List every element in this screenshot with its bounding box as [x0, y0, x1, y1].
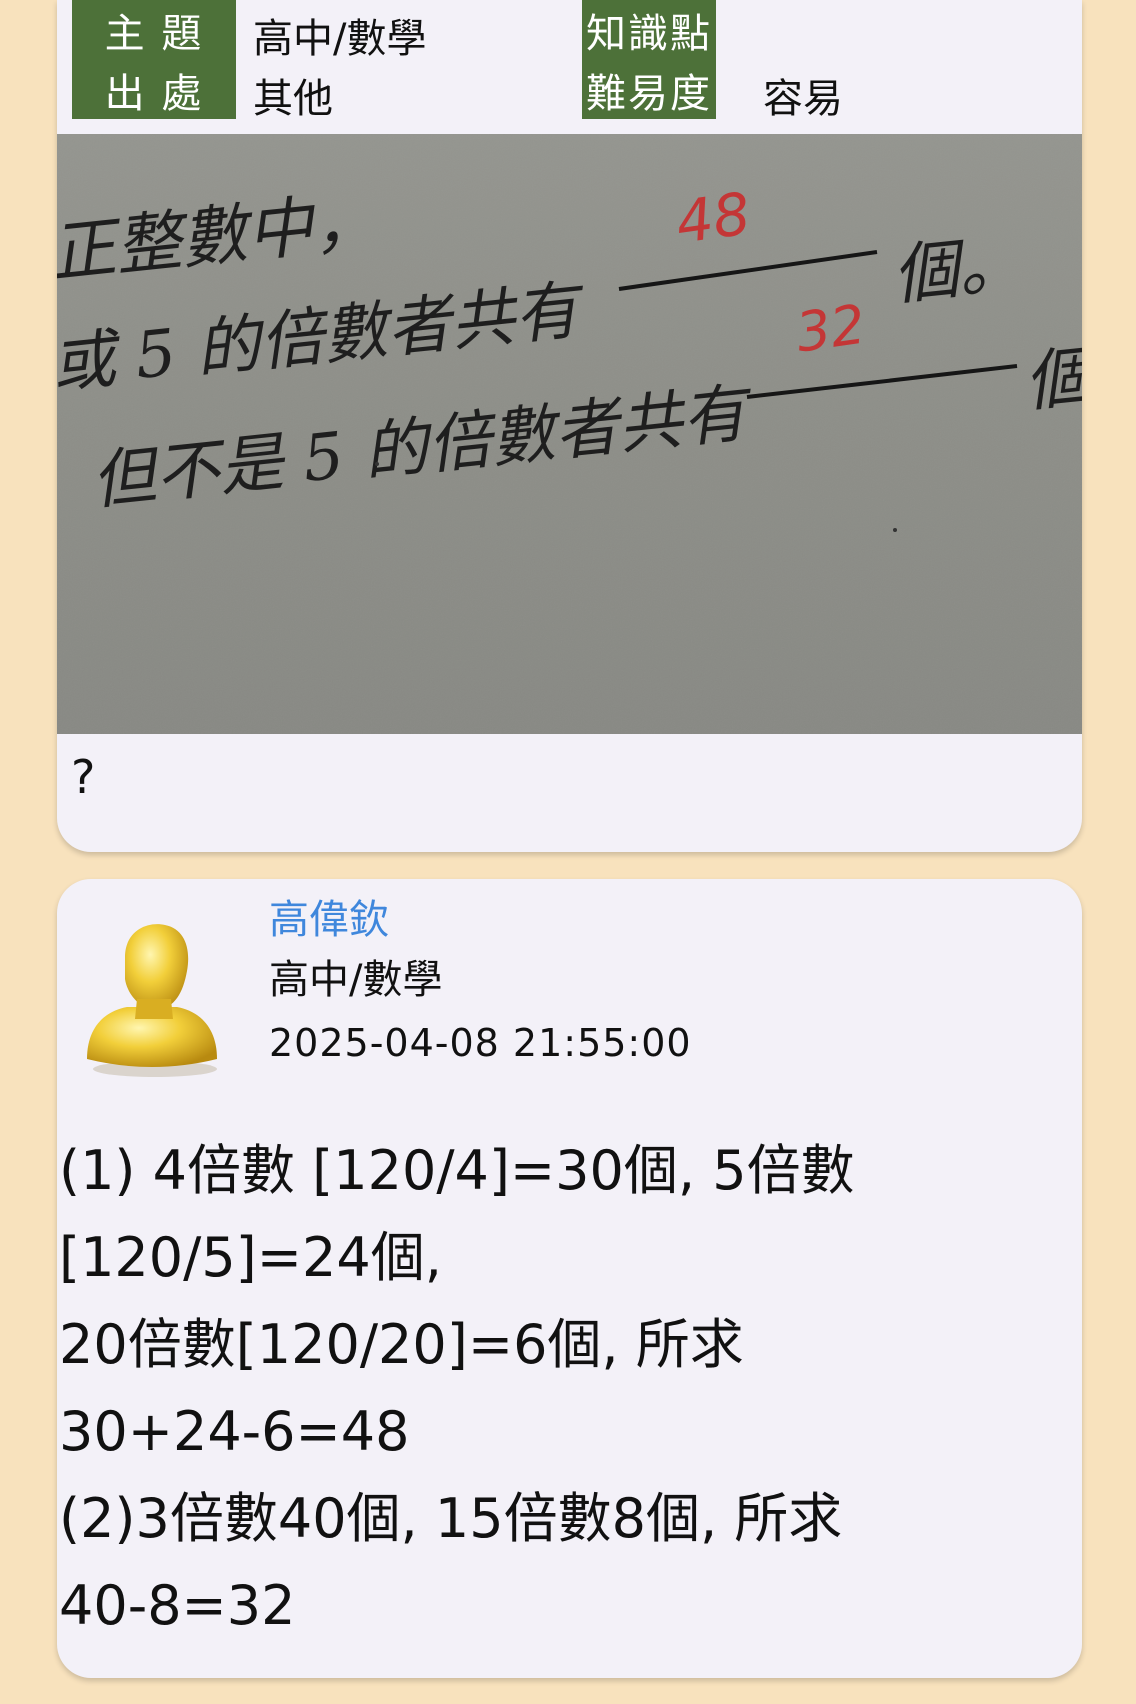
difficulty-value: 容易: [763, 76, 843, 122]
answer-line: (2)3倍數40個, 15倍數8個, 所求: [59, 1487, 843, 1550]
photo-answer-1: 48: [672, 179, 755, 257]
answer-timestamp: 2025-04-08 21:55:00: [269, 1021, 692, 1065]
answer-line: [120/5]=24個,: [59, 1226, 442, 1289]
photo-answer-2: 32: [792, 293, 869, 365]
source-label: 出 處: [72, 60, 236, 119]
source-value: 其他: [253, 76, 333, 122]
photo-unit-2: 個: [1021, 337, 1082, 421]
user-avatar-icon[interactable]: [77, 919, 227, 1079]
question-meta: 主 題 高中/數學 出 處 其他 知識點 難易度 容易: [57, 0, 1082, 134]
question-card: 主 題 高中/數學 出 處 其他 知識點 難易度 容易 正整數中， 或 5 的倍…: [57, 0, 1082, 852]
topic-value: 高中/數學: [253, 16, 427, 62]
difficulty-label: 難易度: [582, 60, 716, 119]
knowledge-label: 知識點: [582, 0, 716, 60]
question-photo[interactable]: 正整數中， 或 5 的倍數者共有 但不是 5 的倍數者共有 個。 個 48 32: [57, 134, 1082, 734]
topic-label: 主 題: [72, 0, 236, 60]
answer-card: 高偉欽 高中/數學 2025-04-08 21:55:00 (1) 4倍數 [1…: [57, 879, 1082, 1678]
answer-subject: 高中/數學: [269, 957, 443, 1003]
answer-line: 40-8=32: [59, 1574, 296, 1637]
answer-body: (1) 4倍數 [120/4]=30個, 5倍數 [120/5]=24個, 20…: [59, 1127, 1069, 1649]
question-photo-drawing: 正整數中， 或 5 的倍數者共有 但不是 5 的倍數者共有 個。 個 48 32: [57, 134, 1082, 734]
answer-line: 20倍數[120/20]=6個, 所求: [59, 1313, 744, 1376]
author-name-link[interactable]: 高偉欽: [269, 887, 389, 945]
question-text: ?: [71, 750, 96, 804]
photo-unit-1: 個。: [889, 224, 1028, 314]
answer-line: 30+24-6=48: [59, 1400, 410, 1463]
answer-line: (1) 4倍數 [120/4]=30個, 5倍數: [59, 1139, 855, 1202]
